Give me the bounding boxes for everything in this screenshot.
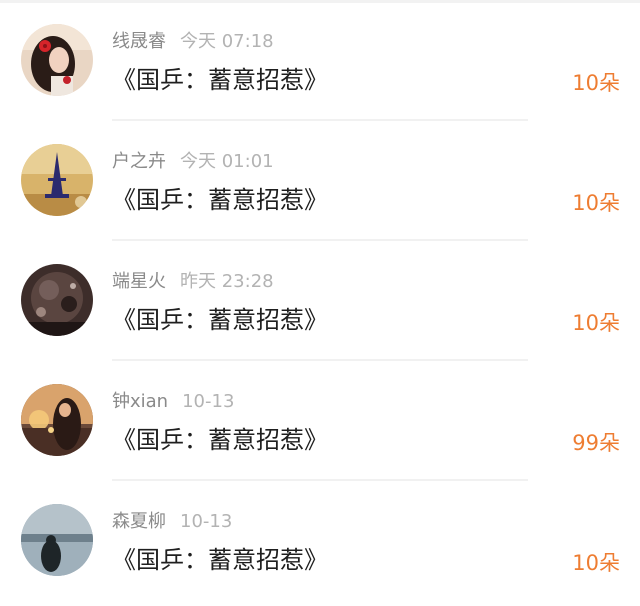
name-line: 端星火 昨天 23:28 [112, 268, 274, 296]
dark-crystal-avatar-icon [21, 264, 93, 336]
book-title[interactable]: 《国乒：蓄意招惹》 [112, 422, 328, 458]
name-line: 户之卉 今天 01:01 [112, 148, 274, 176]
name-line: 线晟睿 今天 07:18 [112, 28, 274, 56]
name-line: 钟xian 10-13 [112, 388, 234, 416]
avatar[interactable] [21, 24, 93, 96]
girl-at-sunset-avatar-icon [21, 384, 93, 456]
list-item[interactable]: 线晟睿 今天 07:18 《国乒：蓄意招惹》 10朵 [0, 0, 640, 121]
name-line: 森夏柳 10-13 [112, 508, 232, 536]
timestamp: 昨天 23:28 [180, 271, 274, 292]
user-name[interactable]: 钟xian [112, 391, 168, 412]
book-title[interactable]: 《国乒：蓄意招惹》 [112, 182, 328, 218]
user-name[interactable]: 森夏柳 [112, 511, 166, 532]
flower-count: 10朵 [572, 191, 620, 215]
girl-with-red-flower-avatar-icon [21, 24, 93, 96]
user-name[interactable]: 户之卉 [112, 151, 166, 172]
list-item[interactable]: 钟xian 10-13 《国乒：蓄意招惹》 99朵 [0, 360, 640, 481]
list-item[interactable]: 端星火 昨天 23:28 《国乒：蓄意招惹》 10朵 [0, 240, 640, 361]
avatar[interactable] [21, 384, 93, 456]
book-title[interactable]: 《国乒：蓄意招惹》 [112, 302, 328, 338]
list-item[interactable]: 户之卉 今天 01:01 《国乒：蓄意招惹》 10朵 [0, 120, 640, 241]
timestamp: 10-13 [182, 391, 235, 412]
eiffel-tower-avatar-icon [21, 144, 93, 216]
avatar[interactable] [21, 264, 93, 336]
flower-count: 99朵 [572, 431, 620, 455]
book-title[interactable]: 《国乒：蓄意招惹》 [112, 62, 328, 98]
list-item[interactable]: 森夏柳 10-13 《国乒：蓄意招惹》 10朵 [0, 480, 640, 600]
flower-count: 10朵 [572, 71, 620, 95]
lake-silhouette-avatar-icon [21, 504, 93, 576]
gift-list: 线晟睿 今天 07:18 《国乒：蓄意招惹》 10朵 户之卉 今天 01:01 《国… [0, 0, 640, 606]
flower-count: 10朵 [572, 551, 620, 575]
timestamp: 今天 07:18 [180, 31, 274, 52]
timestamp: 10-13 [180, 511, 233, 532]
avatar[interactable] [21, 144, 93, 216]
flower-count: 10朵 [572, 311, 620, 335]
timestamp: 今天 01:01 [180, 151, 274, 172]
book-title[interactable]: 《国乒：蓄意招惹》 [112, 542, 328, 578]
avatar[interactable] [21, 504, 93, 576]
user-name[interactable]: 端星火 [112, 271, 166, 292]
user-name[interactable]: 线晟睿 [112, 31, 166, 52]
